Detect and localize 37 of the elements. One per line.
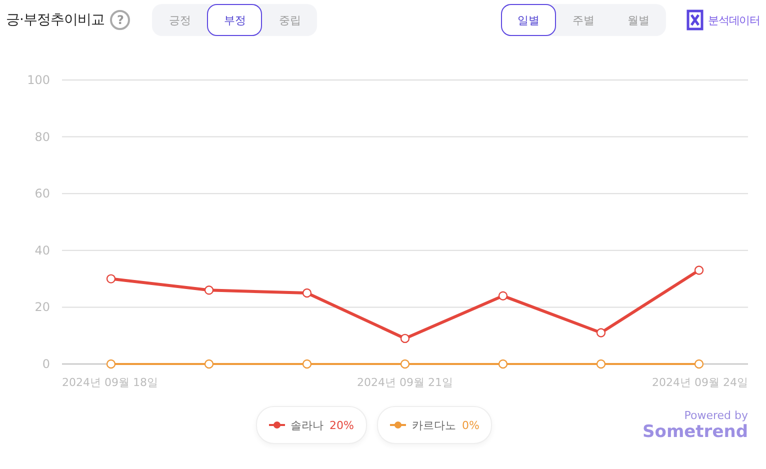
axis-label: 20	[34, 300, 50, 314]
point	[106, 359, 116, 369]
sentiment-tab[interactable]: 중립	[262, 4, 318, 36]
legend-item[interactable]: 카르다노 0%	[377, 406, 492, 444]
period-tab[interactable]: 주별	[556, 4, 611, 36]
point	[596, 328, 606, 338]
powered-by-caption: Powered by	[684, 408, 748, 422]
axis-label: 2024년 09월 24일	[652, 376, 748, 388]
brand-logo: Sometrend	[642, 422, 748, 442]
point	[596, 359, 606, 369]
period-tab[interactable]: 월별	[610, 4, 666, 36]
point	[694, 266, 704, 275]
axis-label: 2024년 09월 18일	[62, 376, 158, 388]
axis-label: 80	[34, 130, 50, 144]
sentiment-tab[interactable]: 부정	[207, 4, 262, 36]
axis-label: 2024년 09월 21일	[357, 376, 453, 388]
spreadsheet-icon	[686, 9, 706, 31]
axis-label: 60	[34, 186, 50, 201]
point	[204, 359, 214, 369]
export-button[interactable]: 분석데이터	[686, 9, 760, 31]
help-icon[interactable]: ?	[110, 10, 130, 30]
axis-label: 40	[34, 243, 50, 258]
axis-label: 100	[27, 73, 50, 87]
legend-item[interactable]: 솔라나 20%	[256, 406, 367, 444]
point	[106, 274, 116, 284]
point	[204, 286, 214, 295]
sentiment-tab[interactable]: 긍정	[152, 4, 208, 36]
point	[400, 334, 410, 344]
chart-title: 긍·부정추이비교	[6, 11, 104, 29]
point	[400, 359, 410, 369]
point	[498, 291, 508, 300]
point	[498, 359, 508, 369]
point	[302, 359, 312, 369]
point	[694, 359, 704, 369]
point	[302, 288, 312, 298]
period-tab[interactable]: 일별	[500, 4, 556, 36]
axis-label: 0	[42, 357, 50, 371]
